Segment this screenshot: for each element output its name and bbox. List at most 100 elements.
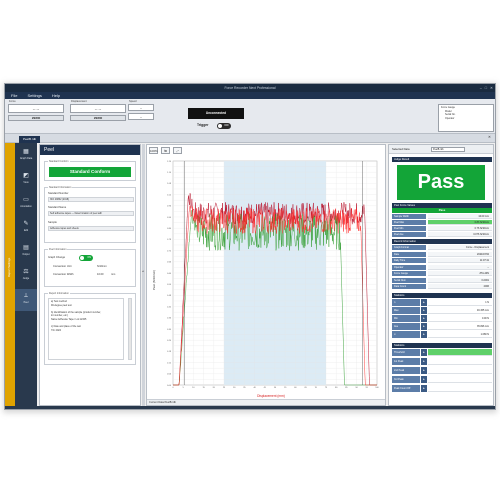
minimize-icon[interactable]: – <box>480 84 482 92</box>
peel-force-key: Sample Width <box>392 214 426 219</box>
fit-icon[interactable]: ⤢ <box>173 147 182 154</box>
trigger-toggle[interactable]: OFF <box>217 123 231 129</box>
x-tick-label: 30 <box>233 387 236 389</box>
row-toggle-icon[interactable]: ▸ <box>421 349 427 356</box>
report-line: 7/1/ 2024 <box>51 328 61 332</box>
selected-data-label: Selected Data <box>392 147 410 151</box>
statistics-value: 1 N <box>428 299 492 306</box>
statistics-row: σ ▸ 1.080 N <box>392 331 492 338</box>
status-bar <box>5 406 495 409</box>
nav-output[interactable]: ▤ Output <box>15 241 37 263</box>
conversion-width-unit: mm <box>111 273 116 276</box>
standard-conform-button[interactable]: Standard Conform <box>49 167 131 177</box>
peel-panel-title: Peel <box>40 145 140 155</box>
force-zero-button[interactable]: ZERO <box>8 115 64 121</box>
y-tick-label: 0.96 <box>167 206 172 208</box>
judge-result-header: Judge Result <box>392 157 492 162</box>
report-settings-bar[interactable]: Report Settings <box>5 143 15 409</box>
report-textarea[interactable]: a) Test method 90-degree peel test b) Id… <box>48 298 124 360</box>
conversion-width-value[interactable]: 10.00 <box>97 273 104 276</box>
statistics-2-header: Statistics <box>392 343 492 348</box>
record-info-row: Data Count 2006 <box>392 284 492 289</box>
record-info-key: Serial Num <box>392 277 426 283</box>
close-tab-icon[interactable]: ✕ <box>488 135 491 139</box>
row-toggle-icon[interactable]: ▸ <box>421 385 427 392</box>
peel-force-value: 0.76 N/10mm <box>428 226 492 231</box>
nav-graph-data[interactable]: ▦ Graph Data <box>15 145 37 167</box>
standard-number-field[interactable]: ISO 29862 (2018) <box>48 197 134 202</box>
x-tick-label: 45 <box>264 387 267 389</box>
nav-peel[interactable]: ⟂ Peel <box>15 289 37 311</box>
menu-help[interactable]: Help <box>52 92 60 99</box>
standard-name-field[interactable]: Self adhesive tapes — Determination of p… <box>48 211 134 216</box>
nav-annotation[interactable]: ▭ Annotation <box>15 193 37 215</box>
maximize-icon[interactable]: □ <box>485 84 487 92</box>
zoom-reset-button[interactable]: 100% <box>149 147 158 154</box>
x-tick-label: 55 <box>284 387 287 389</box>
graph-change-toggle[interactable]: ON <box>79 255 93 261</box>
view-icon: ◩ <box>23 173 29 179</box>
record-info-key: Graph Format <box>392 245 426 250</box>
statistics-2-value <box>428 385 492 392</box>
row-toggle-icon[interactable]: ▸ <box>421 307 427 314</box>
nav-view[interactable]: ◩ View <box>15 169 37 191</box>
y-tick-label: 0.30 <box>167 329 172 331</box>
statistics-2-value <box>428 376 492 383</box>
y-tick-label: 0.60 <box>167 273 172 275</box>
y-tick-label: 0.48 <box>167 295 172 297</box>
record-info-key: Daily Time <box>392 258 426 263</box>
report-scrollbar[interactable] <box>128 298 132 360</box>
peel-force-value: 10.00 mm <box>428 214 492 219</box>
row-toggle-icon[interactable]: ▸ <box>421 315 427 322</box>
results-panel: Selected Data PeelB.rdb Judge Result Pas… <box>388 144 494 406</box>
row-toggle-icon[interactable]: ▸ <box>421 367 427 374</box>
nav-edit[interactable]: ✎ Edit <box>15 217 37 239</box>
nav-judge[interactable]: ⚖ Judge <box>15 265 37 287</box>
record-info-value: 2024/07/02 <box>428 251 492 257</box>
nav-label: Output <box>22 253 30 256</box>
x-tick-label: 85 <box>345 387 348 389</box>
row-toggle-icon[interactable]: ▸ <box>421 358 427 365</box>
statistics-2-value <box>428 367 492 374</box>
close-icon[interactable]: ✕ <box>490 84 493 92</box>
peel-chart[interactable]: 0.00 0.06 0.12 0.18 0.24 0.30 0.36 0.42 0.48 0.54… <box>147 155 385 401</box>
speed-readout: -- <box>128 104 154 111</box>
statistics-2-key: 1st Peak <box>392 358 420 365</box>
app-window: Force Recorder Next Professional – □ ✕ F… <box>4 83 496 410</box>
graph-change-label: Graph Change <box>48 256 66 259</box>
pan-icon[interactable]: ⇆ <box>161 147 170 154</box>
peel-force-row: Peel Max 0.83 N/10mm <box>392 220 492 225</box>
x-tick-label: 80 <box>335 387 338 389</box>
displacement-zero-button[interactable]: ZERO <box>70 115 126 121</box>
sample-field[interactable]: Adhesive tapes and sheets <box>48 226 134 231</box>
menu-settings[interactable]: Settings <box>27 92 41 99</box>
row-toggle-icon[interactable]: ▸ <box>421 299 427 306</box>
nav-label: View <box>23 181 29 184</box>
peel-icon: ⟂ <box>23 293 28 299</box>
row-toggle-icon[interactable]: ▸ <box>421 323 427 330</box>
row-toggle-icon[interactable]: ▸ <box>421 331 427 338</box>
conversion-unit-value[interactable]: N/10mm <box>97 265 107 268</box>
selected-data-row: Selected Data PeelB.rdb <box>389 145 493 154</box>
statistics-2-key: 3rd Peak <box>392 376 420 383</box>
y-tick-label: 0.00 <box>167 385 172 387</box>
output-icon: ▤ <box>23 245 29 251</box>
tab-peelb[interactable]: PeelB.rdb <box>19 136 41 143</box>
conversion-width-label: Conversion Width <box>53 273 74 276</box>
y-tick-label: 0.66 <box>167 262 172 264</box>
x-tick-label: 10 <box>192 387 195 389</box>
x-tick-label: 70 <box>315 387 318 389</box>
statistics-row: Min ▸ 0.00 N <box>392 315 492 322</box>
panel-splitter[interactable]: ◂ <box>142 144 145 406</box>
x-tick-label: 20 <box>213 387 216 389</box>
operator-label: Operator <box>445 116 455 120</box>
section-title: Standard Conform <box>48 160 70 163</box>
row-toggle-icon[interactable]: ▸ <box>421 376 427 383</box>
record-info-row: Operator -- <box>392 264 492 270</box>
selected-data-dropdown[interactable]: PeelB.rdb <box>431 147 465 152</box>
statistics-2-row: 2nd Peak ▸ <box>392 367 492 374</box>
x-tick-label: 35 <box>243 387 246 389</box>
displacement-label: Displacement <box>71 100 87 103</box>
y-tick-label: 0.84 <box>167 228 172 230</box>
menu-file[interactable]: File <box>11 92 17 99</box>
